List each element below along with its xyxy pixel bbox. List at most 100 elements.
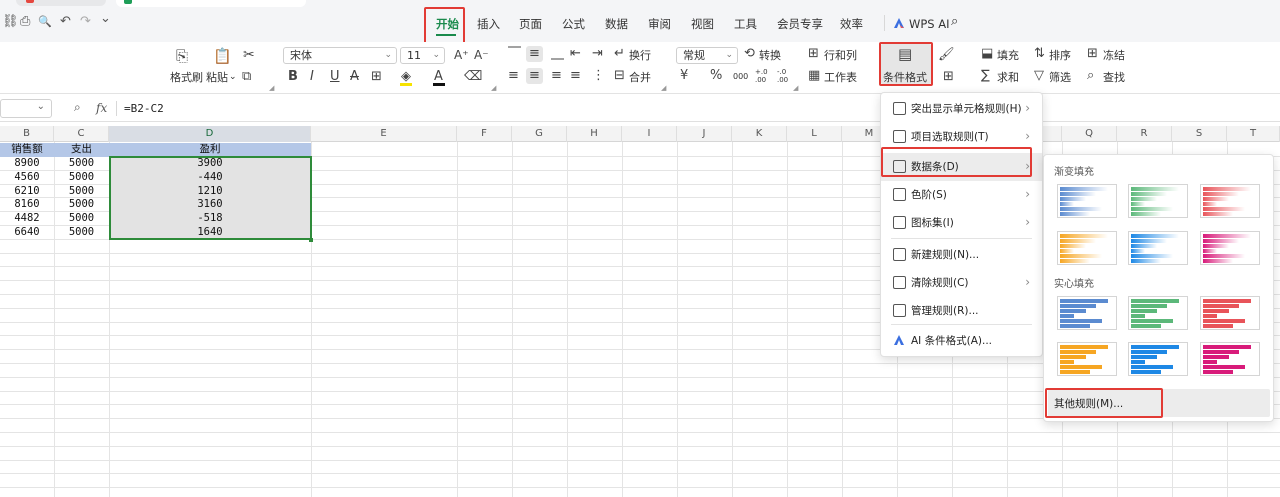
shrink-font-icon[interactable]: A⁻: [474, 47, 489, 63]
formula-input[interactable]: =B2-C2: [124, 102, 164, 115]
freeze-icon[interactable]: ⊞: [1087, 46, 1098, 62]
document-tab-spreadsheet[interactable]: [116, 0, 306, 7]
solid-data-bar-swatch[interactable]: [1200, 296, 1260, 330]
column-header-j[interactable]: J: [677, 126, 732, 142]
header-profit[interactable]: 盈利: [109, 143, 311, 157]
column-header-b[interactable]: B: [0, 126, 54, 142]
menu-item-manage-rules[interactable]: 管理规则(R)...: [881, 297, 1042, 325]
merge-icon[interactable]: ⊟: [614, 68, 625, 84]
find-button[interactable]: 查找: [1103, 71, 1125, 85]
clear-format-icon[interactable]: ⌫: [464, 69, 482, 85]
italic-button[interactable]: I: [310, 69, 314, 85]
document-tab-pdf[interactable]: [16, 0, 106, 6]
paste-button[interactable]: 粘贴: [206, 71, 228, 85]
tab-review[interactable]: 审阅: [648, 17, 671, 31]
solid-data-bar-swatch[interactable]: [1057, 296, 1117, 330]
decrease-decimal-button[interactable]: -.0 .00: [777, 68, 789, 84]
number-format-select[interactable]: 常规 ⌄: [676, 47, 738, 64]
format-painter-button[interactable]: 格式刷: [170, 71, 203, 85]
column-header-l[interactable]: L: [787, 126, 842, 142]
tab-insert[interactable]: 插入: [477, 17, 500, 31]
gradient-data-bar-swatch[interactable]: [1128, 231, 1188, 265]
font-size-select[interactable]: 11 ⌄: [400, 47, 445, 64]
convert-icon[interactable]: ⟲: [744, 46, 755, 62]
solid-data-bar-swatch[interactable]: [1128, 342, 1188, 376]
solid-data-bar-swatch[interactable]: [1057, 342, 1117, 376]
font-name-select[interactable]: 宋体 ⌄: [283, 47, 397, 64]
solid-data-bar-swatch[interactable]: [1128, 296, 1188, 330]
menu-item-highlight-rules[interactable]: 突出显示单元格规则(H) ›: [881, 95, 1042, 123]
print-preview-icon[interactable]: 🔍: [38, 14, 52, 30]
column-header-f[interactable]: F: [457, 126, 512, 142]
align-left-icon[interactable]: ≡: [508, 68, 519, 84]
paste-dropdown-icon[interactable]: ⌄: [229, 70, 237, 84]
solid-data-bar-swatch[interactable]: [1200, 342, 1260, 376]
search-icon[interactable]: ⌕: [951, 15, 958, 29]
sort-button[interactable]: 排序: [1049, 49, 1071, 63]
column-header-i[interactable]: I: [622, 126, 677, 142]
column-header-e[interactable]: E: [311, 126, 457, 142]
tab-view[interactable]: 视图: [691, 17, 714, 31]
align-center-icon[interactable]: ≡: [526, 68, 543, 84]
tab-member[interactable]: 会员专享: [777, 17, 823, 31]
expense-cell[interactable]: 5000: [54, 212, 109, 226]
expense-cell[interactable]: 5000: [54, 171, 109, 185]
column-header-q[interactable]: Q: [1062, 126, 1117, 142]
header-expense[interactable]: 支出: [54, 143, 109, 157]
column-header-r[interactable]: R: [1117, 126, 1172, 142]
sales-cell[interactable]: 6210: [0, 185, 54, 199]
align-bottom-icon[interactable]: ⎽: [551, 46, 564, 62]
column-header-h[interactable]: H: [567, 126, 622, 142]
sales-cell[interactable]: 4560: [0, 171, 54, 185]
column-header-c[interactable]: C: [54, 126, 109, 142]
percent-button[interactable]: %: [710, 68, 722, 84]
menu-item-clear-rules[interactable]: 清除规则(C) ›: [881, 269, 1042, 297]
find-icon[interactable]: ⌕: [1087, 68, 1094, 84]
cut-icon[interactable]: ✂: [243, 47, 255, 63]
increase-indent-icon[interactable]: ⇥: [592, 46, 603, 62]
print-icon[interactable]: ⎙: [20, 14, 30, 30]
decrease-indent-icon[interactable]: ⇤: [570, 46, 581, 62]
expense-cell[interactable]: 5000: [54, 226, 109, 240]
undo-icon[interactable]: ↶: [60, 14, 71, 30]
more-dropdown-icon[interactable]: ⌄: [100, 11, 111, 27]
worksheet-icon[interactable]: ▦: [808, 68, 820, 84]
clipboard-launcher-icon[interactable]: ◢: [269, 84, 274, 92]
gradient-data-bar-swatch[interactable]: [1200, 231, 1260, 265]
sort-icon[interactable]: ⇅: [1034, 46, 1045, 62]
wps-ai-button[interactable]: WPS AI: [909, 17, 950, 31]
wrap-text-button[interactable]: 换行: [629, 49, 651, 63]
gradient-data-bar-swatch[interactable]: [1128, 184, 1188, 218]
sales-cell[interactable]: 8900: [0, 157, 54, 171]
paste-icon[interactable]: 📋: [213, 48, 232, 64]
expense-cell[interactable]: 5000: [54, 185, 109, 199]
header-sales[interactable]: 销售额: [0, 143, 54, 157]
expense-cell[interactable]: 5000: [54, 157, 109, 171]
expense-cell[interactable]: 5000: [54, 198, 109, 212]
underline-button[interactable]: U: [330, 69, 340, 85]
increase-decimal-button[interactable]: +.0 .00: [755, 68, 768, 84]
worksheet-button[interactable]: 工作表: [824, 71, 857, 85]
distributed-icon[interactable]: ⋮: [592, 68, 605, 84]
cell-style-icon[interactable]: 🖌: [938, 47, 955, 63]
column-header-s[interactable]: S: [1172, 126, 1227, 142]
gradient-data-bar-swatch[interactable]: [1200, 184, 1260, 218]
menu-item-icon-sets[interactable]: 图标集(I) ›: [881, 209, 1042, 237]
filter-button[interactable]: 筛选: [1049, 71, 1071, 85]
sales-cell[interactable]: 8160: [0, 198, 54, 212]
zoom-search-icon[interactable]: ⌕: [74, 100, 81, 115]
align-right-icon[interactable]: ≡: [551, 68, 562, 84]
redo-icon[interactable]: ↷: [80, 14, 91, 30]
tab-page[interactable]: 页面: [519, 17, 542, 31]
fill-icon[interactable]: ⬓: [981, 46, 993, 62]
sales-cell[interactable]: 4482: [0, 212, 54, 226]
bold-button[interactable]: B: [288, 69, 298, 85]
align-top-icon[interactable]: ⎺: [508, 46, 521, 62]
copy-icon[interactable]: ⧉: [242, 69, 251, 85]
sales-cell[interactable]: 6640: [0, 226, 54, 240]
font-launcher-icon[interactable]: ◢: [491, 84, 496, 92]
merge-cells-button[interactable]: 合并: [629, 71, 651, 85]
link-icon[interactable]: ⛓: [2, 14, 19, 30]
sum-button[interactable]: 求和: [997, 71, 1019, 85]
justify-icon[interactable]: ≡: [570, 68, 581, 84]
